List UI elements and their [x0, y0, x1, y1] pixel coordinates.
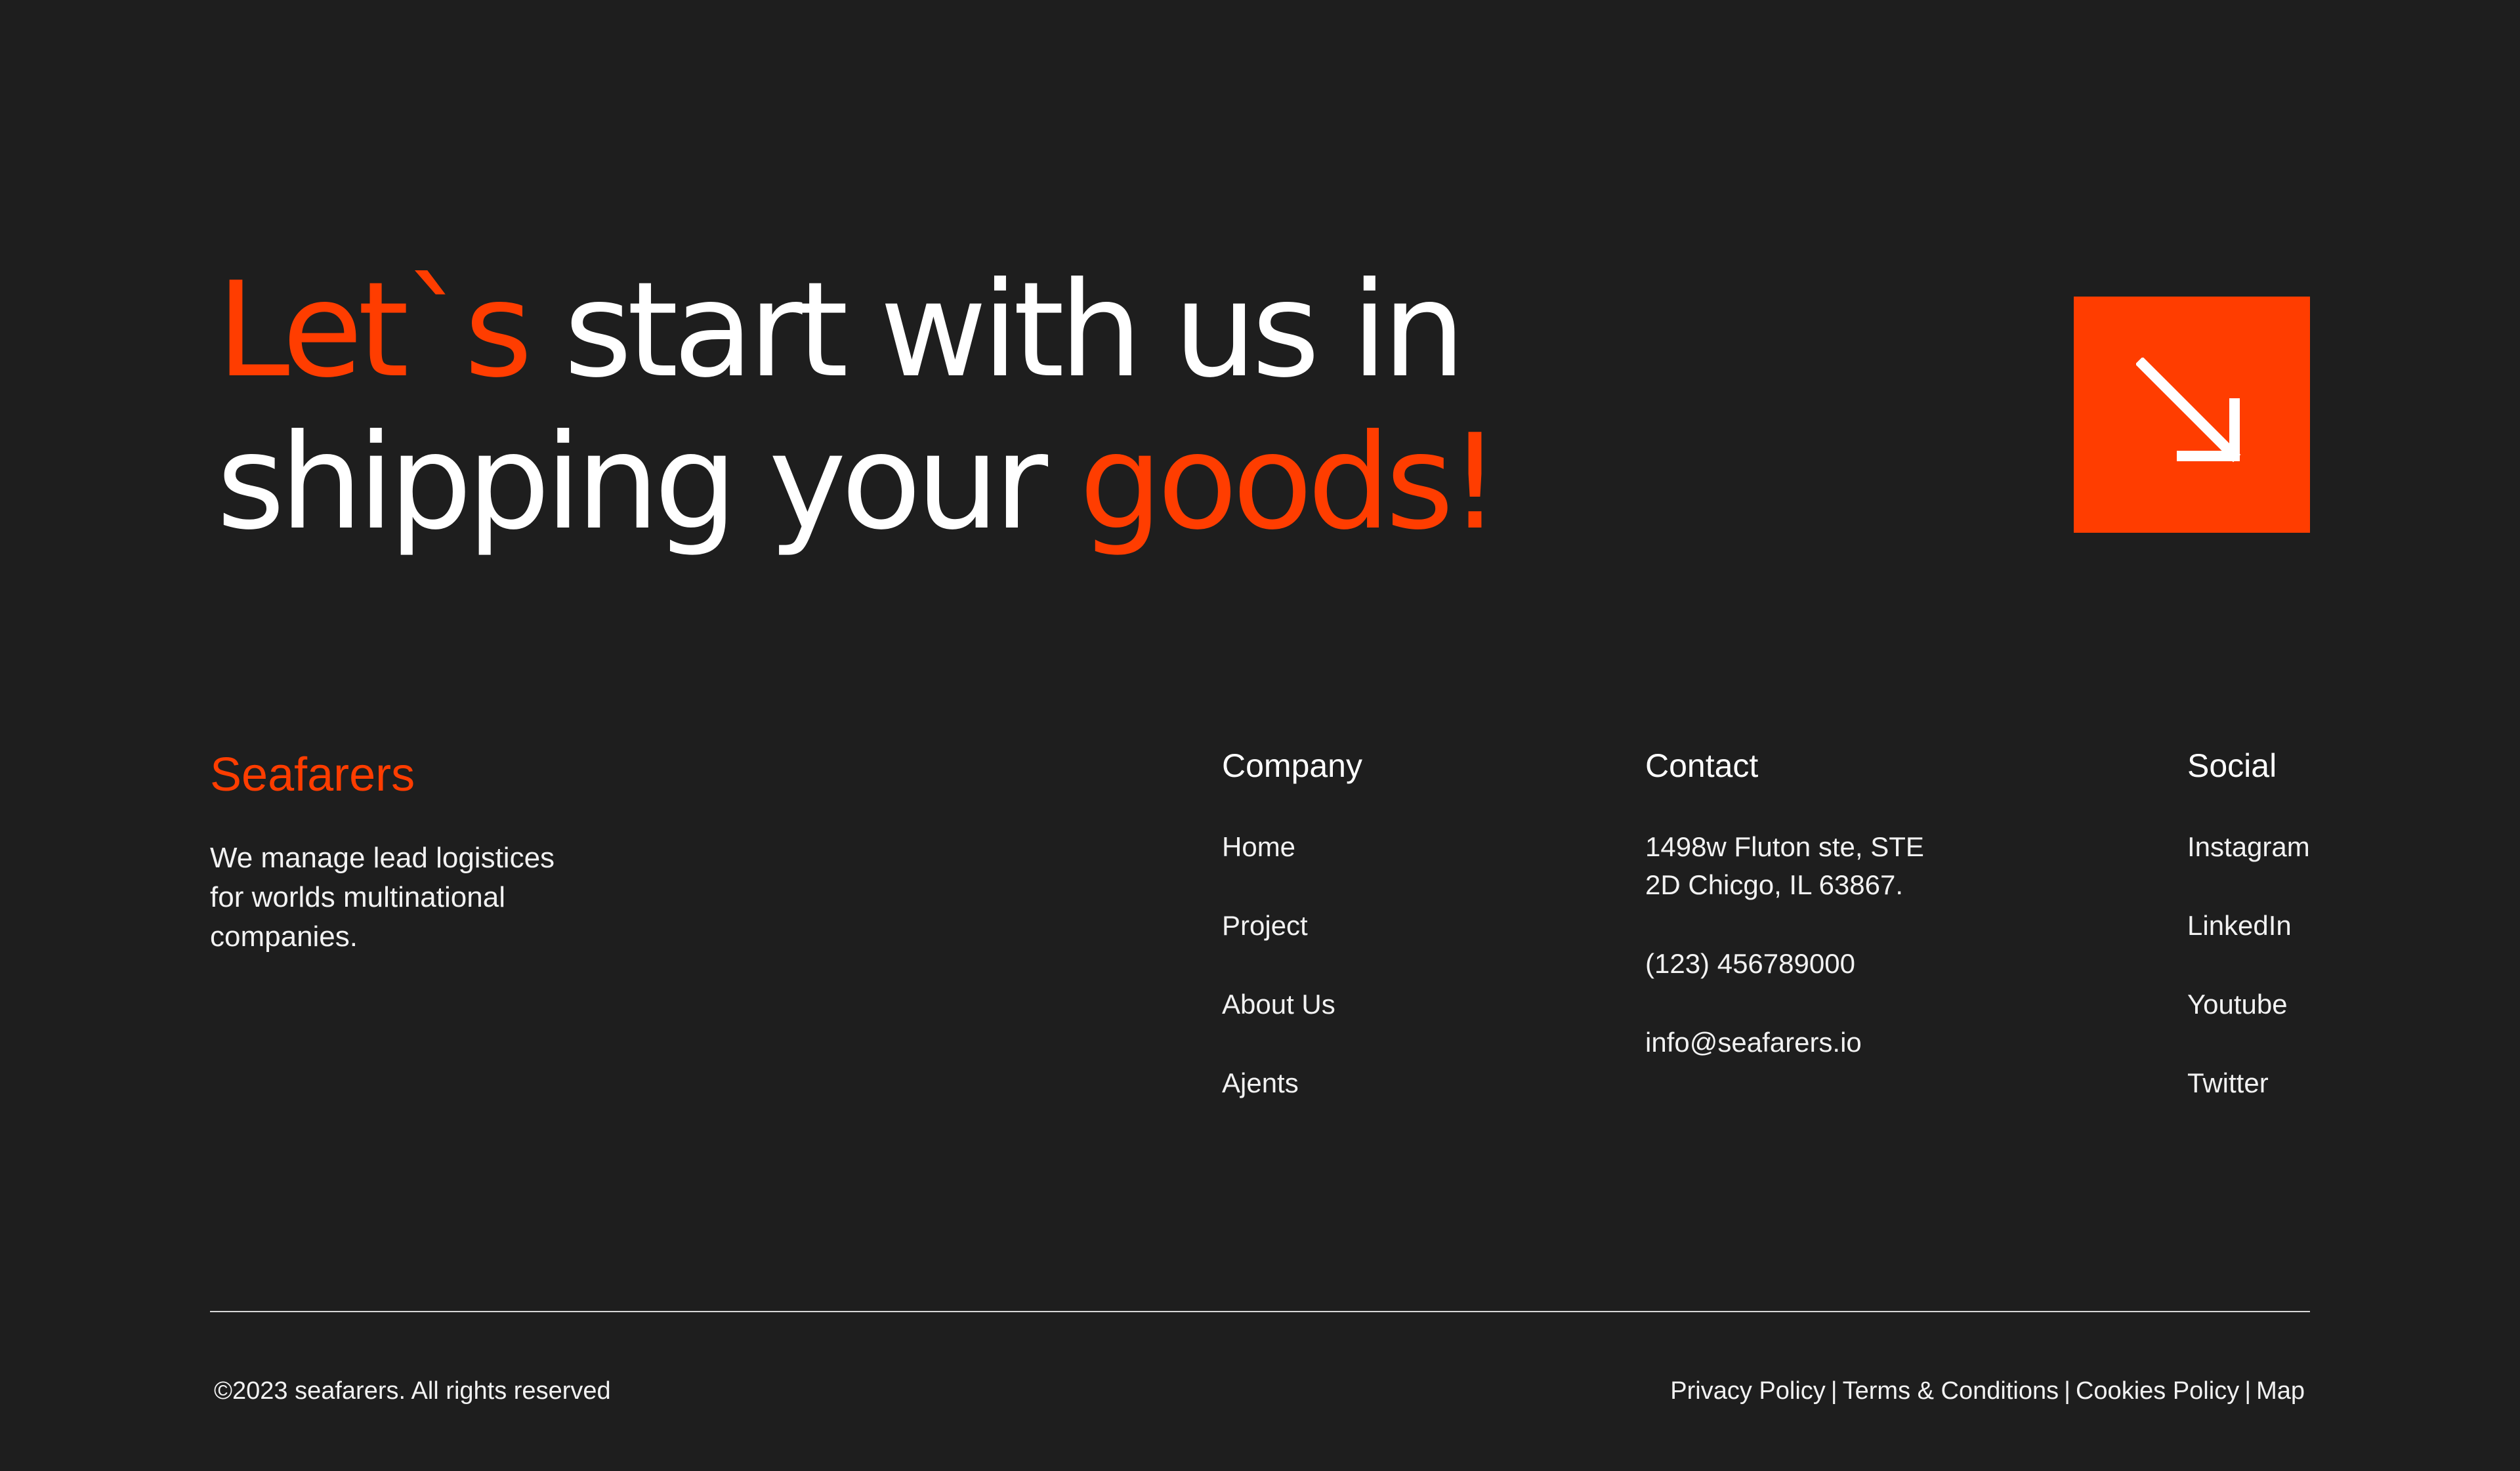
contact-address-line: 1498w Fluton ste, STE — [1645, 831, 1924, 862]
hero-accent-lets: Let`s — [217, 254, 533, 407]
hero-line-1: Let`s start with us in — [217, 255, 1792, 407]
brand-logo[interactable]: Seafarers — [210, 748, 415, 802]
legal-separator: | — [2244, 1377, 2252, 1405]
legal-link-map[interactable]: Map — [2256, 1377, 2305, 1405]
social-link-twitter[interactable]: Twitter — [2187, 1064, 2310, 1102]
social-link-youtube[interactable]: Youtube — [2187, 985, 2310, 1024]
tagline-line: for worlds multinational — [210, 881, 505, 913]
company-title: Company — [1222, 747, 1362, 784]
social-link-instagram[interactable]: Instagram — [2187, 828, 2310, 866]
legal-link-cookies-policy[interactable]: Cookies Policy — [2076, 1377, 2239, 1405]
contact-title: Contact — [1645, 747, 1759, 784]
hero-accent-goods: goods! — [1079, 406, 1502, 559]
legal-links: Privacy Policy | Terms & Conditions | Cookie… — [1670, 1374, 2305, 1408]
cta-arrow-button[interactable] — [2074, 297, 2310, 533]
footer-link-about-us[interactable]: About Us — [1222, 985, 1362, 1024]
footer-link-project[interactable]: Project — [1222, 907, 1362, 945]
company-column: Company Home Project About Us Ajents — [1222, 744, 1362, 1143]
hero-text-1: start with us in — [527, 254, 1465, 407]
contact-column: Contact 1498w Fluton ste, STE 2D Chicgo,… — [1645, 744, 1924, 1062]
hero-text-2: shipping your — [217, 406, 1080, 559]
footer-link-home[interactable]: Home — [1222, 828, 1362, 866]
copyright-text: ©2023 seafarers. All rights reserved — [214, 1377, 611, 1405]
legal-link-privacy-policy[interactable]: Privacy Policy — [1670, 1377, 1826, 1405]
legal-separator: | — [1830, 1377, 1838, 1405]
tagline-line: companies. — [210, 921, 358, 953]
legal-link-terms-conditions[interactable]: Terms & Conditions — [1843, 1377, 2059, 1405]
contact-address-line: 2D Chicgo, IL 63867. — [1645, 869, 1904, 900]
brand-tagline: We manage lead logistices for worlds mul… — [210, 839, 630, 957]
social-column: Social Instagram LinkedIn Youtube Twitte… — [2187, 744, 2310, 1143]
hero-heading: Let`s start with us in shipping your goo… — [217, 255, 1792, 559]
contact-phone[interactable]: (123) 456789000 — [1645, 945, 1924, 983]
footer-divider — [210, 1311, 2310, 1312]
tagline-line: We manage lead logistices — [210, 842, 555, 874]
footer-link-ajents[interactable]: Ajents — [1222, 1064, 1362, 1102]
legal-separator: | — [2064, 1377, 2070, 1405]
arrow-down-right-icon — [2135, 356, 2248, 472]
contact-email[interactable]: info@seafarers.io — [1645, 1024, 1924, 1062]
social-link-linkedin[interactable]: LinkedIn — [2187, 907, 2310, 945]
hero-line-2: shipping your goods! — [217, 407, 1792, 559]
social-title: Social — [2187, 747, 2277, 784]
